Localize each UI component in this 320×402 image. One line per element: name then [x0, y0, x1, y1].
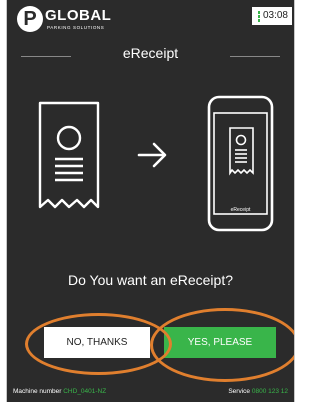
signal-icon	[257, 10, 260, 22]
ereceipt-illustration	[38, 95, 274, 232]
phone-screen-label: eReceipt	[230, 207, 251, 213]
title-divider-right	[230, 56, 280, 57]
machine-info: Machine number CHD_0401-NZ	[13, 388, 106, 395]
status-clock: 03:08	[251, 7, 292, 25]
receipt-icon	[38, 101, 100, 209]
kiosk-screen: P GLOBAL PARKING SOLUTIONS 03:08 eReceip…	[6, 0, 295, 402]
service-number: 0800 123 12	[251, 388, 288, 395]
arrow-right-icon	[137, 142, 167, 168]
no-thanks-button[interactable]: NO, THANKS	[44, 327, 150, 358]
logo-mark: P	[17, 6, 43, 32]
ereceipt-question: Do You want an eReceipt?	[67, 272, 233, 288]
service-info: Service 0800 123 12	[228, 388, 288, 395]
page-title: eReceipt	[122, 45, 179, 61]
service-label: Service	[228, 388, 251, 395]
title-row: eReceipt	[7, 45, 294, 65]
brand-logo: P GLOBAL PARKING SOLUTIONS	[17, 6, 127, 40]
brand-subtitle: PARKING SOLUTIONS	[47, 25, 105, 30]
clock-time: 03:08	[262, 10, 288, 21]
machine-label: Machine number	[13, 388, 62, 395]
machine-number: CHD_0401-NZ	[63, 388, 107, 395]
yes-please-button[interactable]: YES, PLEASE	[164, 327, 276, 358]
brand-name: GLOBAL	[45, 7, 112, 24]
